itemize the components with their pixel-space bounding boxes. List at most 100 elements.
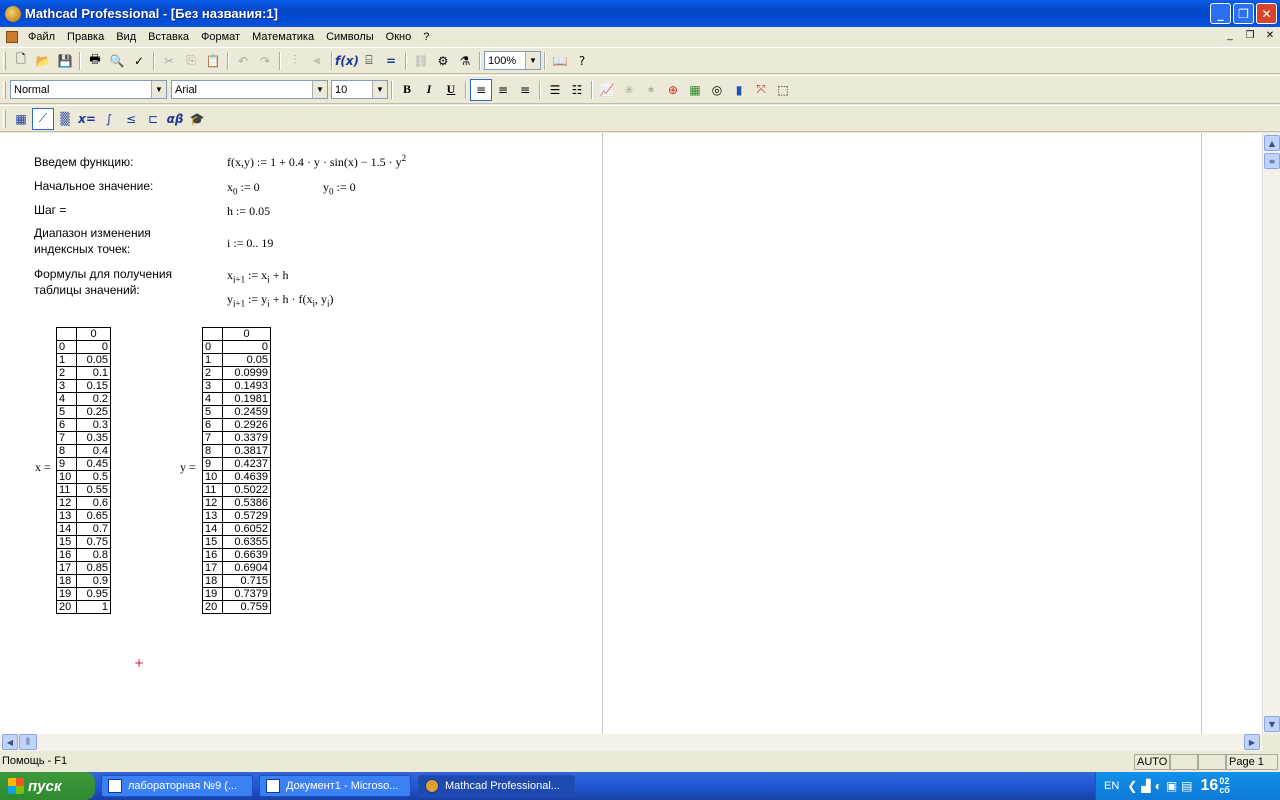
run-script-icon[interactable]: ⚗ — [454, 50, 476, 72]
menu-format[interactable]: Формат — [195, 31, 246, 43]
task-button-word-lab[interactable]: лабораторная №9 (... — [101, 775, 253, 797]
menu-edit[interactable]: Правка — [61, 31, 110, 43]
contour-plot-icon[interactable]: ⊕ — [662, 79, 684, 101]
patch-plot-icon[interactable]: ◎ — [706, 79, 728, 101]
bullets-icon[interactable]: ☰ — [544, 79, 566, 101]
close-button[interactable]: ✕ — [1256, 3, 1277, 24]
font-select[interactable]: Arial ▼ — [171, 80, 328, 99]
text-range[interactable]: Диапазон изменения индексных точек: — [34, 225, 194, 257]
insert-unit-icon[interactable]: ⌸ — [358, 50, 380, 72]
undo-icon[interactable]: ↶ — [232, 50, 254, 72]
component-wizard-icon[interactable]: ⚙ — [432, 50, 454, 72]
insert-function-icon[interactable]: f(x) — [335, 50, 359, 72]
copy-icon[interactable]: ⎘ — [180, 50, 202, 72]
boolean-icon[interactable]: ≤ — [120, 108, 142, 130]
matrix-icon[interactable]: ▒ — [54, 108, 76, 130]
vector-field-icon[interactable]: ⤧ — [750, 79, 772, 101]
menu-math[interactable]: Математика — [246, 31, 320, 43]
spellcheck-icon[interactable]: ✓ — [128, 50, 150, 72]
range-definition[interactable]: i := 0.. 19 — [227, 236, 273, 251]
menu-insert[interactable]: Вставка — [142, 31, 195, 43]
bold-icon[interactable]: B — [396, 79, 418, 101]
worksheet[interactable]: Введем функцию: Начальное значение: Шаг … — [0, 133, 1262, 734]
resource-center-icon[interactable]: 📖 — [549, 50, 571, 72]
surface-plot-icon[interactable]: ✶ — [640, 79, 662, 101]
y-result-table[interactable]: 0 0 0 1 0.05 2 0.0999 3 0.1493 4 0.1981 5 0.2459 6 0.… — [202, 327, 271, 614]
calculus-icon[interactable]: ∫ — [98, 108, 120, 130]
network-icon[interactable]: ▟ — [1141, 779, 1150, 793]
zoom-select[interactable]: 100% ▼ — [484, 51, 541, 70]
toolbar-grip[interactable] — [3, 51, 6, 70]
align-right-icon[interactable]: ≡ — [514, 79, 536, 101]
paste-icon[interactable]: 📋 — [202, 50, 224, 72]
task-button-word-doc1[interactable]: Документ1 - Microso... — [259, 775, 411, 797]
align-across-icon[interactable]: ⫶ — [284, 50, 306, 72]
safely-remove-icon[interactable]: ▣ — [1166, 779, 1177, 793]
open-folder-icon[interactable]: 📂 — [32, 50, 54, 72]
doc-close-button[interactable]: ✕ — [1262, 28, 1278, 42]
chevron-down-icon[interactable]: ▼ — [312, 81, 327, 98]
print-icon[interactable]: 🖶 — [84, 50, 106, 72]
chevron-down-icon[interactable]: ▼ — [525, 52, 540, 69]
new-document-icon[interactable]: 🗋 — [10, 50, 32, 72]
calculate-icon[interactable]: = — [380, 50, 402, 72]
align-down-icon[interactable]: ⫷ — [306, 50, 328, 72]
x-result-table[interactable]: 0 0 0 1 0.05 2 0.1 3 0.15 4 0.2 5 0.25 6 0.3 7 0.35 8 0.4… — [56, 327, 111, 614]
function-definition[interactable]: f(x,y) := 1 + 0.4 · y · sin(x) − 1.5 · y… — [227, 153, 406, 170]
vertical-scrollbar[interactable]: ▲ ≡ ▼ — [1262, 133, 1280, 734]
menu-view[interactable]: Вид — [110, 31, 142, 43]
greek-icon[interactable]: αβ — [164, 108, 186, 130]
language-indicator[interactable]: EN — [1104, 780, 1119, 792]
3d-scatter-icon[interactable]: ▦ — [684, 79, 706, 101]
insert-hyperlink-icon[interactable]: ⛓ — [410, 50, 432, 72]
cut-icon[interactable]: ✂ — [158, 50, 180, 72]
menu-help[interactable]: ? — [417, 31, 435, 43]
minimize-button[interactable]: _ — [1210, 3, 1231, 24]
polar-plot-icon[interactable]: ✳ — [618, 79, 640, 101]
y-recurrence[interactable]: yi+1 := yi + h · f(xi, yi) — [227, 292, 334, 308]
calculator-icon[interactable]: ▦ — [10, 108, 32, 130]
document-icon[interactable] — [6, 30, 18, 43]
h-definition[interactable]: h := 0.05 — [227, 204, 270, 219]
align-center-icon[interactable]: ≡ — [492, 79, 514, 101]
text-func[interactable]: Введем функцию: — [34, 154, 133, 170]
help-icon[interactable]: ? — [571, 50, 593, 72]
menu-window[interactable]: Окно — [380, 31, 418, 43]
task-button-mathcad[interactable]: Mathcad Professional... — [418, 775, 575, 797]
scroll-thumb[interactable]: ≡ — [1264, 153, 1280, 169]
menu-file[interactable]: Файл — [22, 31, 61, 43]
x-result-label[interactable]: x = — [35, 460, 51, 475]
chevron-down-icon[interactable]: ▼ — [372, 81, 387, 98]
battery-icon[interactable]: ▤ — [1181, 779, 1192, 793]
style-select[interactable]: Normal ▼ — [10, 80, 167, 99]
align-left-icon[interactable]: ≡ — [470, 78, 492, 101]
y-result-label[interactable]: y = — [180, 460, 196, 475]
menu-symbols[interactable]: Символы — [320, 31, 380, 43]
maximize-button[interactable]: ❐ — [1233, 3, 1254, 24]
mathcad-app-icon[interactable] — [5, 5, 21, 22]
scroll-up-icon[interactable]: ▲ — [1264, 135, 1280, 151]
text-step[interactable]: Шаг = — [34, 202, 66, 218]
text-initial[interactable]: Начальное значение: — [34, 178, 153, 194]
x0-definition[interactable]: x0 := 0 — [227, 180, 260, 196]
redo-icon[interactable]: ↷ — [254, 50, 276, 72]
y0-definition[interactable]: y0 := 0 — [323, 180, 356, 196]
volume-icon[interactable]: ◐ — [1155, 779, 1162, 793]
text-formulas[interactable]: Формулы для получения таблицы значений: — [34, 266, 204, 298]
underline-icon[interactable]: U — [440, 79, 462, 101]
scroll-left-icon[interactable]: ◀ — [2, 734, 18, 750]
plot-wizard-icon[interactable]: ⬚ — [772, 79, 794, 101]
scroll-thumb[interactable]: ⫼ — [19, 734, 37, 750]
x-recurrence[interactable]: xi+1 := xi + h — [227, 268, 288, 284]
toolbar-grip[interactable] — [3, 80, 6, 99]
print-preview-icon[interactable]: 🔍 — [106, 50, 128, 72]
start-button[interactable]: пуск — [0, 772, 95, 800]
scroll-down-icon[interactable]: ▼ — [1264, 716, 1280, 732]
programming-icon[interactable]: ⊏ — [142, 108, 164, 130]
evaluation-icon[interactable]: x= — [76, 108, 98, 130]
3d-bar-icon[interactable]: ▮ — [728, 79, 750, 101]
doc-minimize-button[interactable]: _ — [1222, 28, 1238, 42]
font-size-select[interactable]: 10 ▼ — [331, 80, 388, 99]
chevron-down-icon[interactable]: ▼ — [151, 81, 166, 98]
tray-arrow-icon[interactable]: ❮ — [1127, 779, 1137, 793]
